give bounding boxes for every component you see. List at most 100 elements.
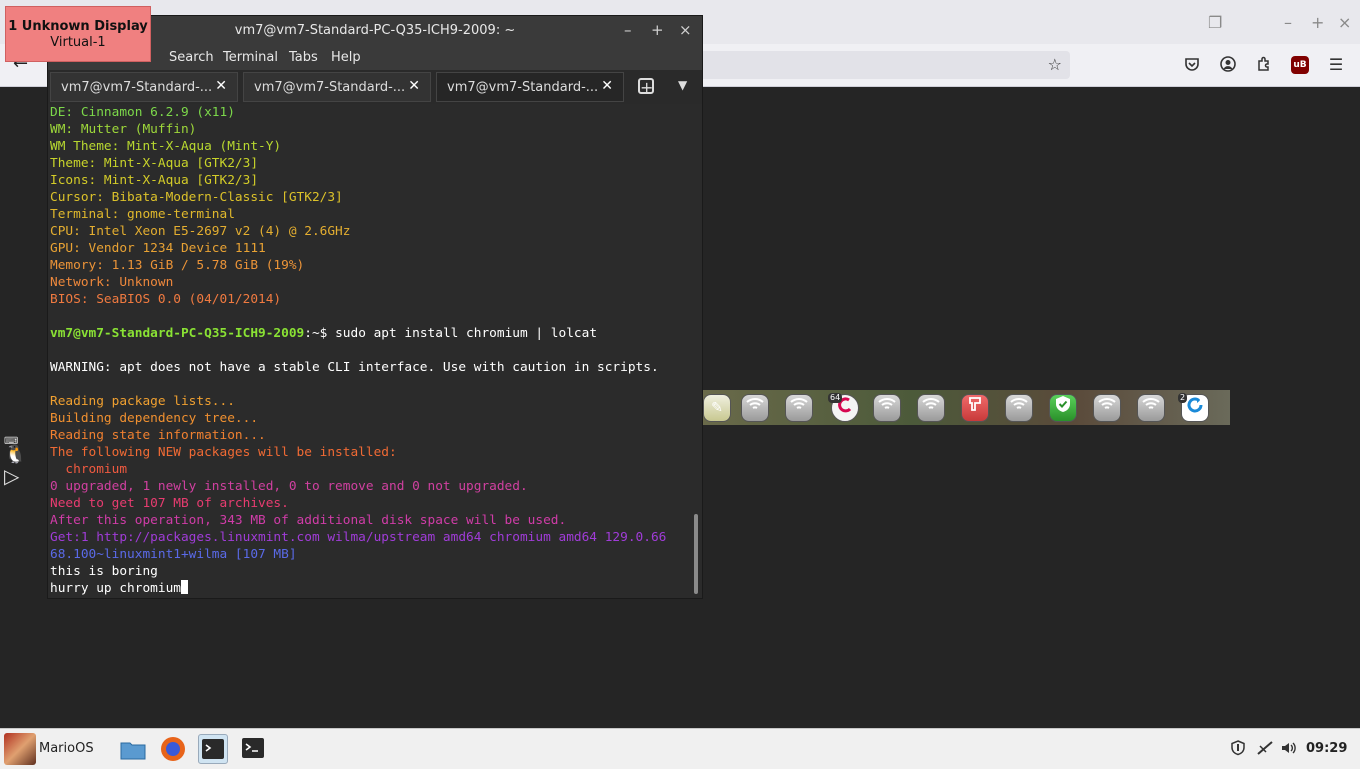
bookmark-star-icon[interactable]: ☆ <box>1048 55 1062 74</box>
volume-tray-icon[interactable] <box>1280 740 1298 760</box>
terminal-window-button-icon[interactable] <box>239 734 269 764</box>
firefox-icon[interactable] <box>158 734 188 764</box>
network-tray-icon[interactable] <box>1256 740 1274 760</box>
terminal-line-text: Terminal: gnome-terminal <box>50 207 235 222</box>
terminal-tab-active[interactable]: vm7@vm7-Standard-... ✕ <box>436 72 624 102</box>
file-manager-icon[interactable] <box>118 734 148 764</box>
account-icon[interactable] <box>1219 56 1237 74</box>
terminal-scrollbar[interactable] <box>691 104 702 598</box>
wifi-icon[interactable] <box>1137 394 1165 422</box>
terminal-line: 68.100~linuxmint1+wilma [107 MB] <box>50 546 297 563</box>
terminal-line: 0 upgraded, 1 newly installed, 0 to remo… <box>50 478 528 495</box>
terminal-line-text: DE: Cinnamon 6.2.9 (x11) <box>50 105 235 120</box>
ublock-icon[interactable]: uB <box>1291 56 1309 74</box>
terminal-line: Get:1 http://packages.linuxmint.com wilm… <box>50 529 666 546</box>
terminal-line: The following NEW packages will be insta… <box>50 444 397 461</box>
hamburger-menu-icon[interactable]: ☰ <box>1327 56 1345 74</box>
terminal-line-text: 68.100~linuxmint1+wilma [107 MB] <box>50 547 297 562</box>
debian-icon[interactable]: 64 <box>828 393 859 422</box>
terminal-line: WARNING: apt does not have a stable CLI … <box>50 359 659 376</box>
terminal-minimize-button[interactable]: – <box>624 21 632 39</box>
terminal-tab[interactable]: vm7@vm7-Standard-... ✕ <box>50 72 238 102</box>
terminal-line: Need to get 107 MB of archives. <box>50 495 289 512</box>
terminal-line-text: WM: Mutter (Muffin) <box>50 122 197 137</box>
start-menu-label[interactable]: MarioOS <box>39 741 94 756</box>
wifi-icon[interactable] <box>873 394 901 422</box>
browser-maximize-icon[interactable]: + <box>1311 13 1324 32</box>
terminal-line-text: WM Theme: Mint-X-Aqua (Mint-Y) <box>50 139 282 154</box>
terminal-line-text: WARNING: apt does not have a stable CLI … <box>50 360 659 375</box>
display-badge-subtitle: Virtual-1 <box>50 35 106 50</box>
terminal-line: WM: Mutter (Muffin) <box>50 121 196 138</box>
browser-close-icon[interactable]: × <box>1338 13 1351 32</box>
terminal-maximize-button[interactable]: + <box>651 21 664 39</box>
wifi-icon[interactable] <box>741 394 769 422</box>
terminal-window[interactable]: vm7@vm7-Standard-PC-Q35-ICH9-2009: ~ – +… <box>47 15 703 599</box>
terminal-line: Icons: Mint-X-Aqua [GTK2/3] <box>50 172 258 189</box>
terminal-line: Network: Unknown <box>50 274 173 291</box>
terminal-line-text: BIOS: SeaBIOS 0.0 (04/01/2014) <box>50 292 282 307</box>
terminal-close-button[interactable]: × <box>679 21 692 39</box>
wifi-icon[interactable] <box>785 394 813 422</box>
terminal-line: After this operation, 343 MB of addition… <box>50 512 566 529</box>
tux-icon[interactable]: 🐧 <box>4 444 26 465</box>
prompt-separator: :~$ <box>304 326 336 341</box>
terminal-line: GPU: Vendor 1234 Device 1111 <box>50 240 266 257</box>
terminal-line: BIOS: SeaBIOS 0.0 (04/01/2014) <box>50 291 281 308</box>
terminal-output[interactable]: DE: Cinnamon 6.2.9 (x11) WM: Mutter (Muff… <box>48 104 691 598</box>
tab-close-icon[interactable]: ✕ <box>408 78 420 94</box>
browser-restore-icon[interactable]: ❐ <box>1208 13 1222 32</box>
display-badge-title: 1 Unknown Display <box>8 19 148 34</box>
shield-tray-icon[interactable] <box>1230 740 1246 760</box>
tab-close-icon[interactable]: ✕ <box>601 78 613 94</box>
taskbar: MarioOS 09:29 <box>0 728 1360 769</box>
terminal-line-text: CPU: Intel Xeon E5-2697 v2 (4) @ 2.6GHz <box>50 224 351 239</box>
notes-app-icon[interactable]: ✎ <box>703 394 731 422</box>
url-bar[interactable]: ☆ <box>700 51 1070 79</box>
floating-icon-strip: ✎ 64 2 <box>701 390 1230 425</box>
terminal-line: CPU: Intel Xeon E5-2697 v2 (4) @ 2.6GHz <box>50 223 350 240</box>
terminal-line-text: Reading package lists... <box>50 394 235 409</box>
tab-close-icon[interactable]: ✕ <box>215 78 227 94</box>
new-tab-button[interactable]: + <box>638 78 654 96</box>
shield-check-icon[interactable] <box>1049 394 1077 422</box>
browser-minimize-icon[interactable]: – <box>1284 13 1292 32</box>
pocket-icon[interactable] <box>1183 56 1201 74</box>
wifi-icon[interactable] <box>917 394 945 422</box>
terminal-line: Theme: Mint-X-Aqua [GTK2/3] <box>50 155 258 172</box>
start-menu-avatar[interactable] <box>4 733 36 765</box>
terminal-line: chromium <box>50 461 127 478</box>
taskbar-clock[interactable]: 09:29 <box>1306 741 1347 756</box>
terminal-line-text: Icons: Mint-X-Aqua [GTK2/3] <box>50 173 259 188</box>
terminal-line-text: Get:1 http://packages.linuxmint.com wilm… <box>50 530 667 545</box>
terminal-line-text: After this operation, 343 MB of addition… <box>50 513 567 528</box>
flag-app-icon[interactable] <box>961 394 989 422</box>
terminal-line: Building dependency tree... <box>50 410 258 427</box>
menu-terminal[interactable]: Terminal <box>223 50 278 65</box>
menu-help[interactable]: Help <box>331 50 361 65</box>
terminal-tabbar: vm7@vm7-Standard-... ✕ vm7@vm7-Standard-… <box>48 70 702 104</box>
menu-search[interactable]: Search <box>169 50 214 65</box>
play-icon[interactable]: ▷ <box>4 464 19 488</box>
scrollbar-thumb[interactable] <box>694 514 698 594</box>
terminal-tab[interactable]: vm7@vm7-Standard-... ✕ <box>243 72 431 102</box>
terminal-line-text: Network: Unknown <box>50 275 174 290</box>
wifi-icon[interactable] <box>1005 394 1033 422</box>
terminal-line: Terminal: gnome-terminal <box>50 206 235 223</box>
terminal-line-text: The following NEW packages will be insta… <box>50 445 397 460</box>
terminal-line: hurry up chromium <box>50 580 188 597</box>
sync-app-icon[interactable]: 2 <box>1178 393 1209 422</box>
menu-tabs[interactable]: Tabs <box>289 50 318 65</box>
terminal-line-text: hurry up chromium <box>50 581 181 596</box>
wifi-icon[interactable] <box>1093 394 1121 422</box>
shell-command: sudo apt install chromium | lolcat <box>335 326 598 341</box>
tab-list-dropdown-icon[interactable]: ▼ <box>678 78 687 92</box>
terminal-line-text: Theme: Mint-X-Aqua [GTK2/3] <box>50 156 259 171</box>
extensions-icon[interactable] <box>1255 56 1273 74</box>
terminal-tab-label: vm7@vm7-Standard-... <box>254 80 406 95</box>
terminal-line: Memory: 1.13 GiB / 5.78 GiB (19%) <box>50 257 304 274</box>
debian-badge: 64 <box>828 393 843 403</box>
terminal-launcher-icon[interactable] <box>198 734 228 764</box>
terminal-line-text: Building dependency tree... <box>50 411 259 426</box>
terminal-line: this is boring <box>50 563 158 580</box>
